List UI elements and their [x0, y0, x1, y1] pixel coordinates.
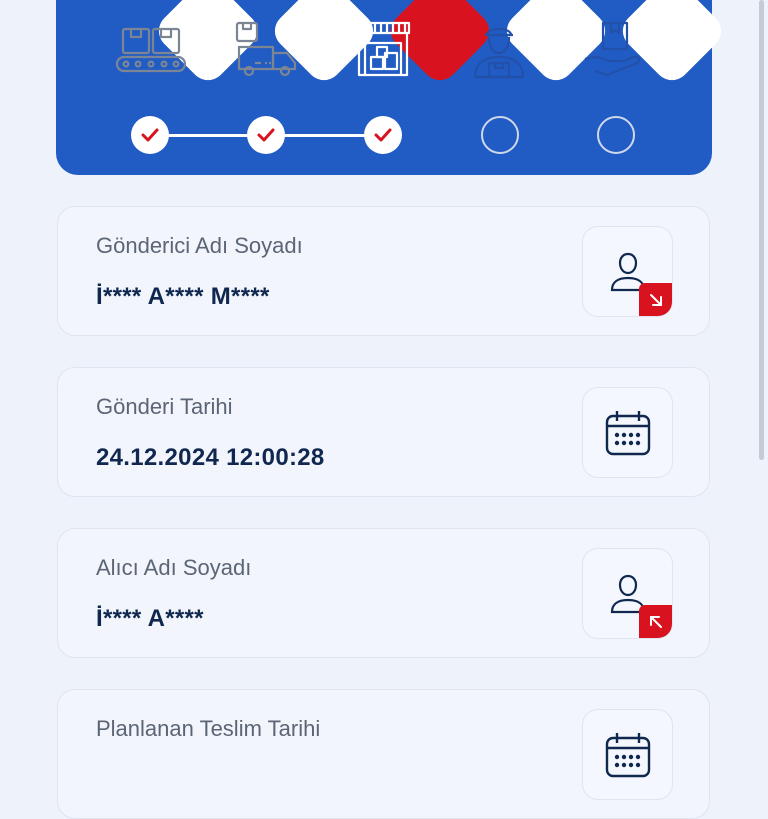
sender-label: Gönderici Adı Soyadı: [96, 233, 303, 258]
hand-package-icon: [573, 9, 657, 93]
ship-date-icon-box[interactable]: [582, 387, 673, 478]
receiver-label: Alıcı Adı Soyadı: [96, 555, 252, 580]
sender-card: Gönderici Adı Soyadı İ**** A**** M****: [57, 206, 710, 336]
calendar-icon: [605, 732, 650, 777]
step-4-pending-circle: [481, 116, 519, 154]
step-5-pending-circle: [597, 116, 635, 154]
planned-delivery-icon-box[interactable]: [582, 709, 673, 800]
sender-value: İ**** A**** M****: [96, 283, 270, 310]
scrollbar[interactable]: [759, 0, 764, 460]
arrow-down-right-icon: [649, 293, 662, 306]
ship-date-value: 24.12.2024 12:00:28: [96, 444, 325, 471]
step-2-check: [247, 116, 285, 154]
conveyor-boxes-icon: [109, 9, 193, 93]
check-icon: [374, 128, 392, 142]
outgoing-arrow-badge: [639, 283, 672, 316]
calendar-icon: [605, 410, 650, 455]
ship-date-label: Gönderi Tarihi: [96, 394, 233, 419]
receiver-value: İ**** A****: [96, 605, 204, 632]
step-3-check: [364, 116, 402, 154]
delivery-truck-icon: [225, 9, 309, 93]
ship-date-card: Gönderi Tarihi 24.12.2024 12:00:28: [57, 367, 710, 497]
sender-icon-box[interactable]: [582, 226, 673, 317]
step-1-check: [131, 116, 169, 154]
incoming-arrow-badge: [639, 605, 672, 638]
check-icon: [257, 128, 275, 142]
check-icon: [141, 128, 159, 142]
arrow-up-left-icon: [649, 615, 662, 628]
planned-delivery-label: Planlanan Teslim Tarihi: [96, 716, 321, 741]
warehouse-icon: [341, 9, 425, 93]
receiver-card: Alıcı Adı Soyadı İ**** A****: [57, 528, 710, 658]
courier-icon: [457, 9, 541, 93]
planned-delivery-card: Planlanan Teslim Tarihi: [57, 689, 710, 819]
receiver-icon-box[interactable]: [582, 548, 673, 639]
